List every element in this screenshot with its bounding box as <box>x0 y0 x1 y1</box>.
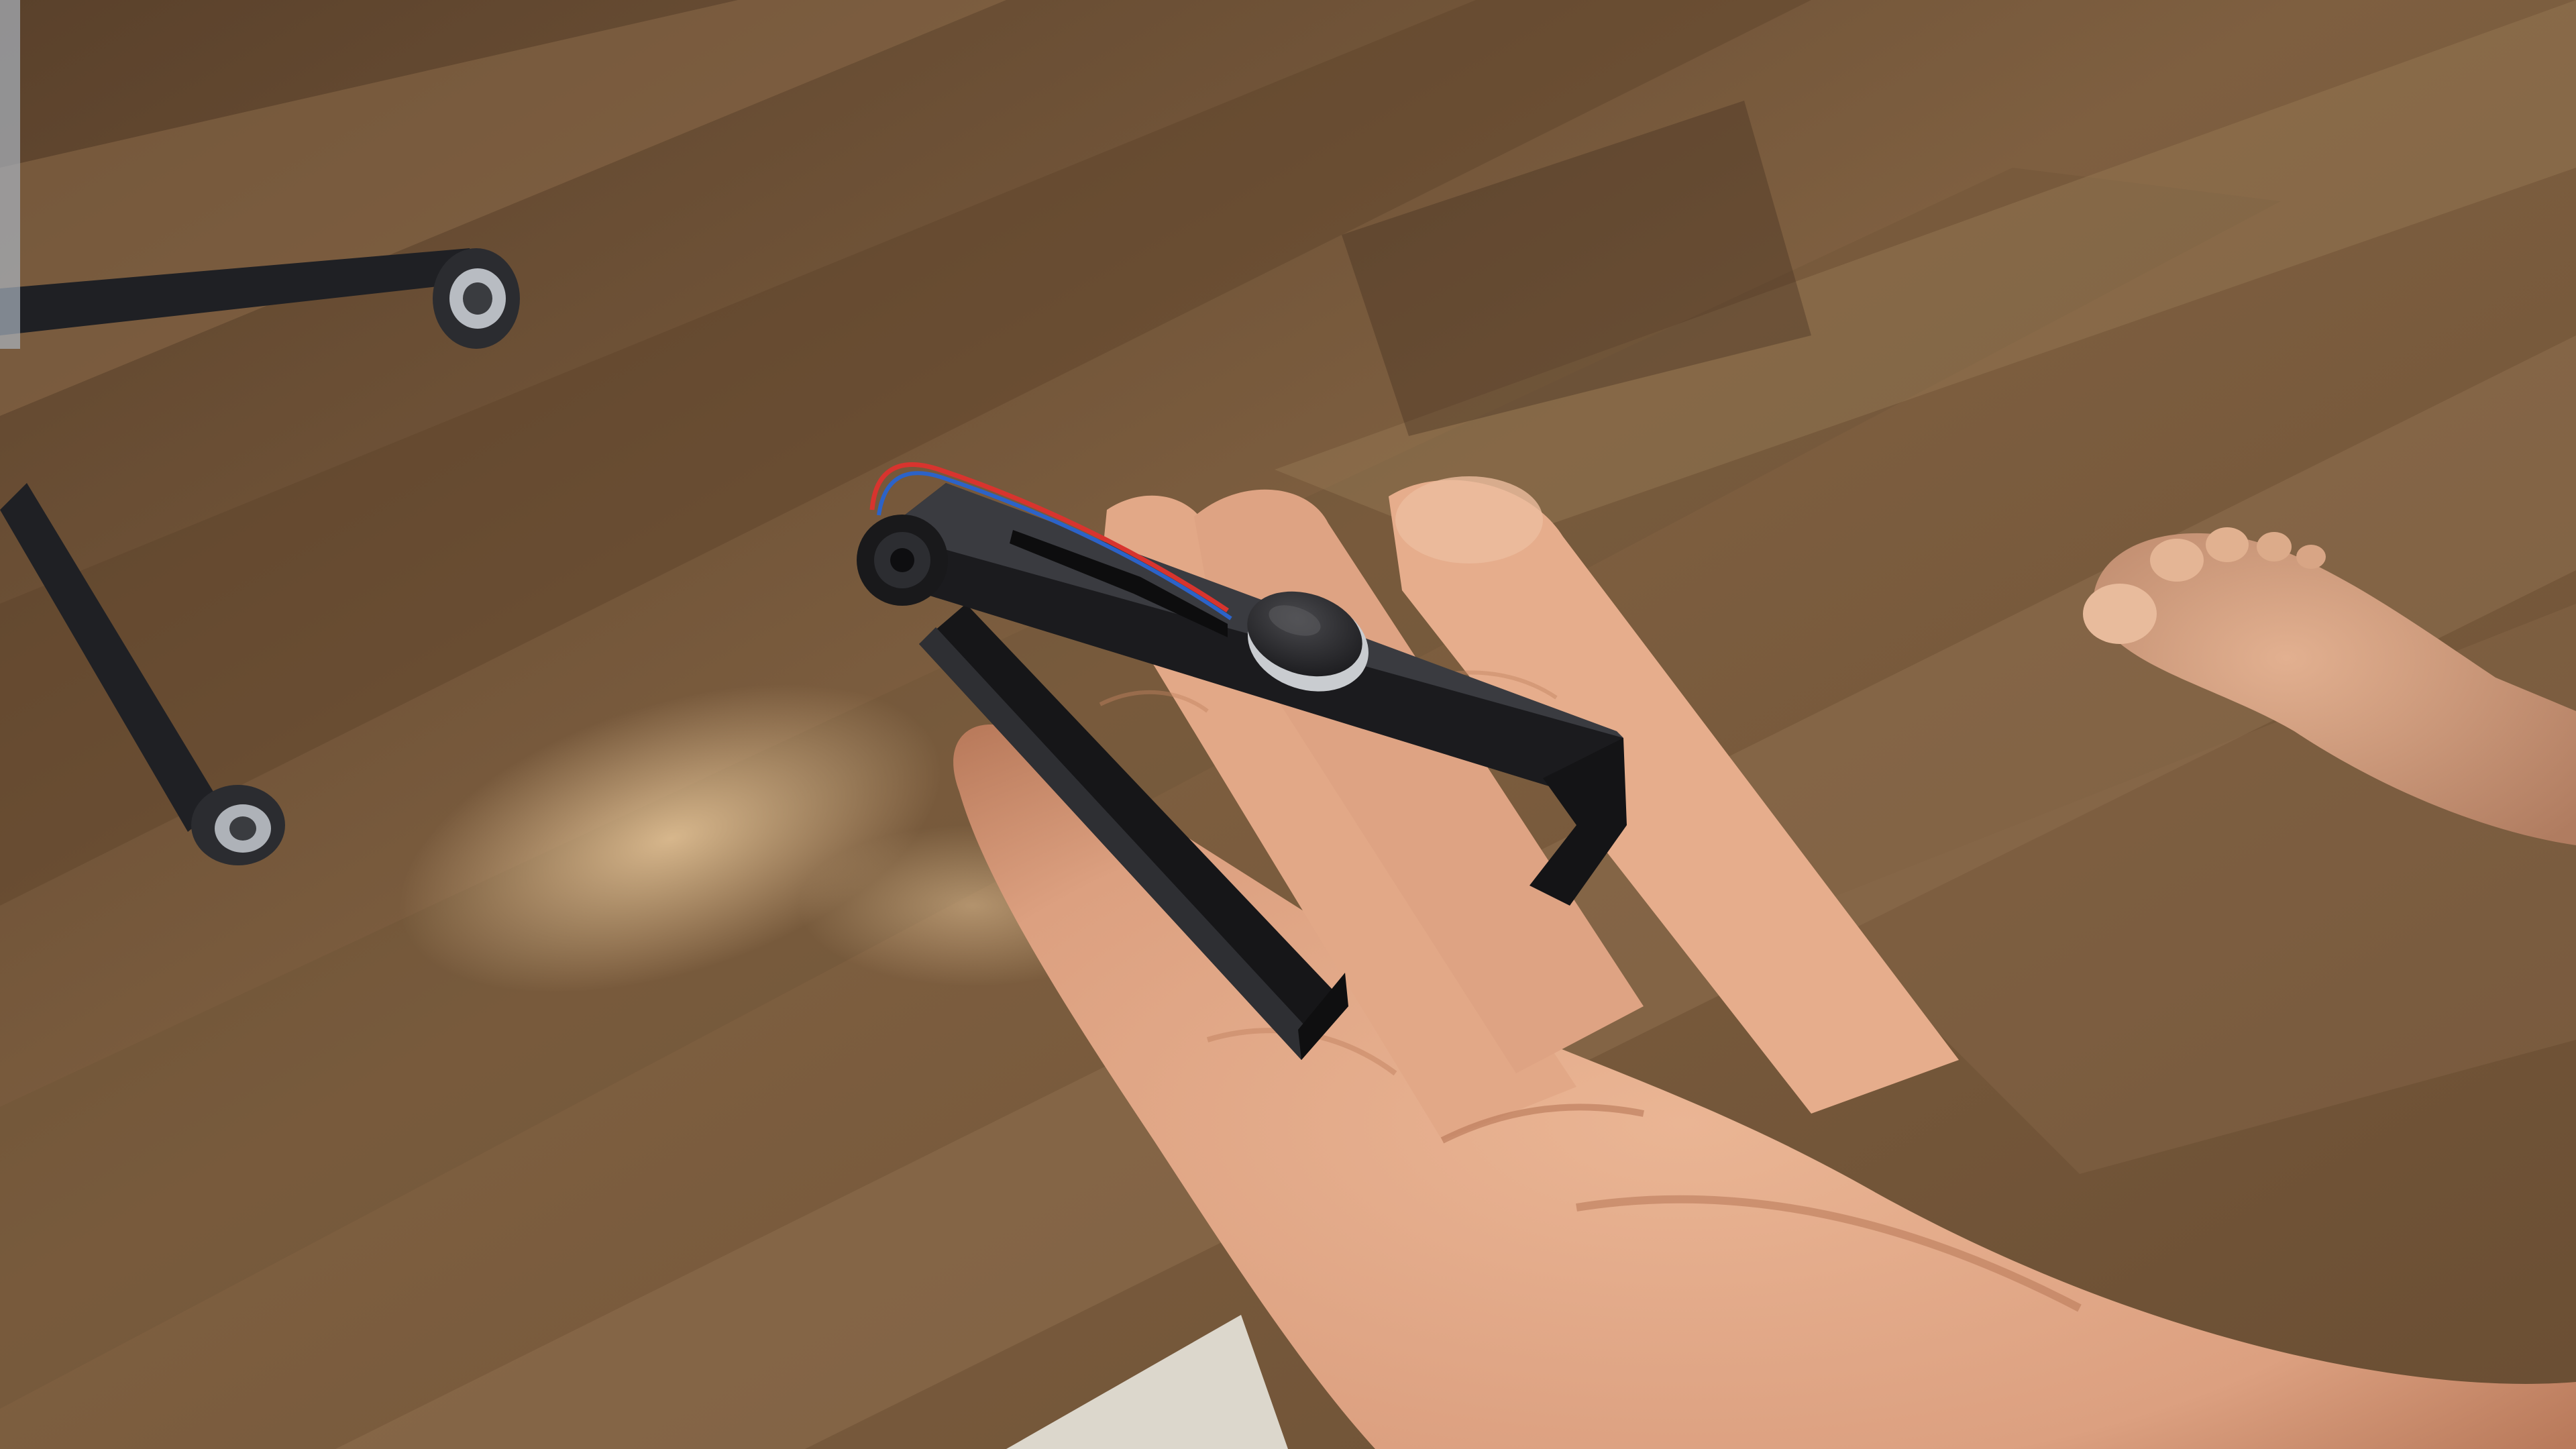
photo-canvas <box>0 0 2576 1449</box>
photo-scene <box>0 0 2576 1449</box>
